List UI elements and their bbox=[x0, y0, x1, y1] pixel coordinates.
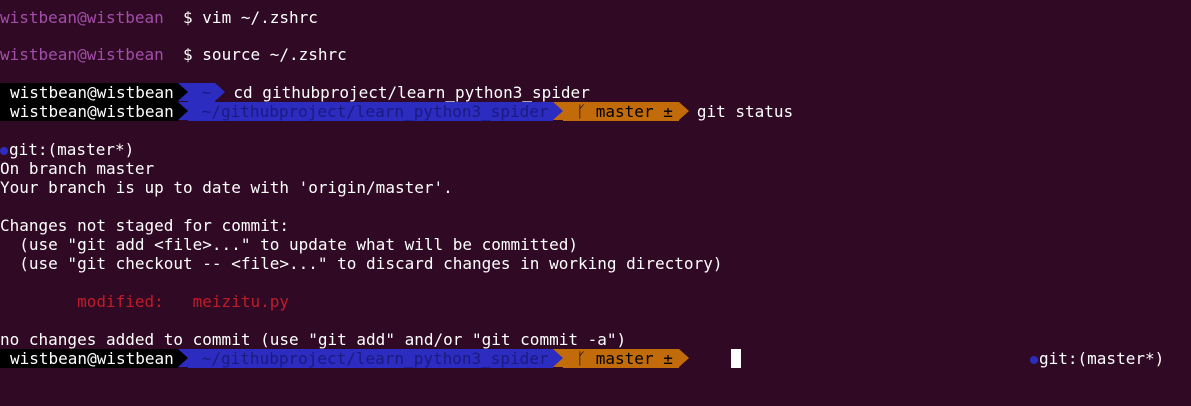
prompt-user-host: wistbean@wistbean bbox=[0, 8, 164, 27]
prompt-user-segment: wistbean@wistbean bbox=[0, 102, 178, 121]
segment-separator-icon bbox=[552, 102, 563, 120]
powerline-prompt-3: wistbean@wistbean ~/githubproject/learn_p… bbox=[0, 349, 689, 368]
prompt-git-segment: ᚴ master ± bbox=[562, 102, 679, 121]
segment-separator-icon bbox=[678, 102, 689, 120]
output-line: On branch master bbox=[0, 159, 155, 178]
output-line: Your branch is up to date with 'origin/m… bbox=[0, 178, 453, 197]
history-line-1: wistbean@wistbean $ vim ~/.zshrc bbox=[0, 8, 318, 27]
output-line: Changes not staged for commit: bbox=[0, 216, 289, 235]
status-dot-icon bbox=[1030, 355, 1038, 364]
prompt-dir-segment: ~/githubproject/learn_python3_spider bbox=[187, 102, 553, 121]
terminal-window[interactable]: { "history": [ {"prompt": "wistbean@wist… bbox=[0, 0, 1191, 406]
segment-separator-icon bbox=[678, 349, 689, 367]
segment-separator-icon bbox=[215, 83, 226, 101]
command-text: cd githubproject/learn_python3_spider bbox=[233, 83, 590, 102]
history-line-2: wistbean@wistbean $ source ~/.zshrc bbox=[0, 45, 347, 64]
terminal-cursor[interactable] bbox=[731, 349, 741, 368]
command-text: git status bbox=[696, 102, 794, 121]
segment-separator-icon bbox=[177, 83, 188, 101]
command-text: $ source ~/.zshrc bbox=[183, 45, 347, 64]
status-dot-icon bbox=[0, 146, 8, 155]
output-summary-line: no changes added to commit (use "git add… bbox=[0, 330, 627, 349]
segment-separator-icon bbox=[552, 349, 563, 367]
prompt-user-segment: wistbean@wistbean bbox=[0, 349, 178, 368]
segment-separator-icon bbox=[177, 102, 188, 120]
prompt-dir-segment: ~/githubproject/learn_python3_spider bbox=[187, 349, 553, 368]
prompt-user-segment: wistbean@wistbean bbox=[0, 83, 178, 102]
segment-separator-icon bbox=[177, 349, 188, 367]
git-indicator-line: git:(master*) bbox=[0, 140, 134, 159]
prompt-dir-segment: ~ bbox=[187, 83, 216, 102]
output-line: (use "git add <file>..." to update what … bbox=[0, 235, 578, 254]
right-prompt-text: git:(master*) bbox=[1039, 349, 1165, 368]
command-text: $ vim ~/.zshrc bbox=[183, 8, 318, 27]
prompt-git-segment: ᚴ master ± bbox=[562, 349, 679, 368]
output-line: (use "git checkout -- <file>..." to disc… bbox=[0, 254, 723, 273]
git-indicator-text: git:(master*) bbox=[9, 140, 135, 159]
powerline-prompt-2: wistbean@wistbean ~/githubproject/learn_p… bbox=[0, 102, 793, 121]
right-prompt: git:(master*) bbox=[1030, 349, 1164, 368]
prompt-user-host: wistbean@wistbean bbox=[0, 45, 164, 64]
modified-file-line: modified: meizitu.py bbox=[0, 292, 289, 311]
powerline-prompt-1: wistbean@wistbean ~ cd githubproject/learn… bbox=[0, 83, 590, 102]
